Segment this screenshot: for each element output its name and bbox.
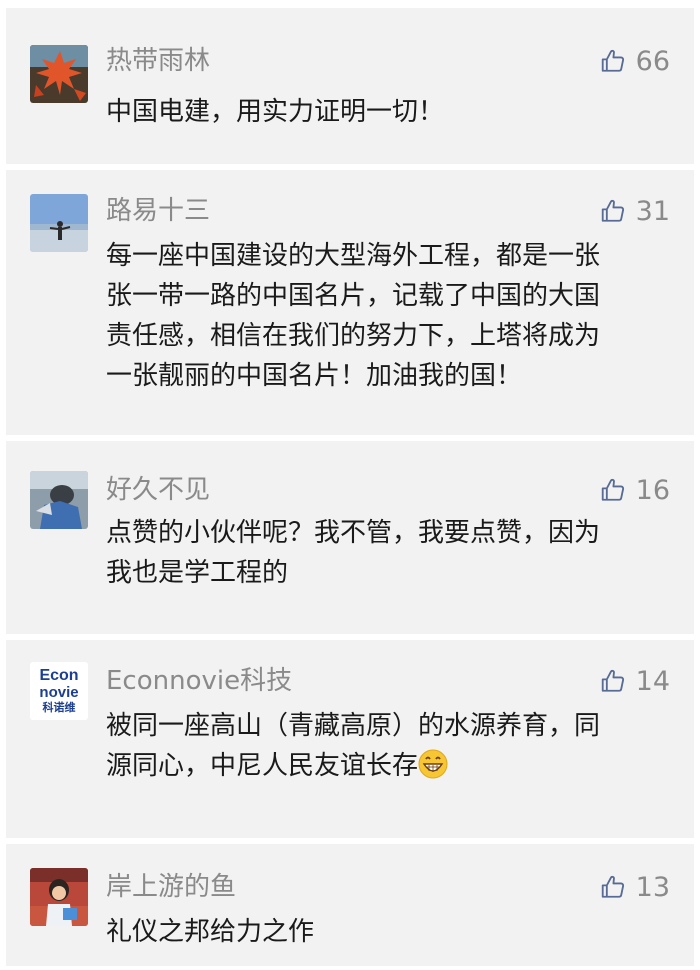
thumbs-up-icon	[600, 477, 626, 503]
comment-line: 点赞的小伙伴呢？我不管，我要点赞，因为	[106, 518, 601, 548]
comment-line: 被同一座高山（青藏高原）的水源养育，同	[106, 711, 601, 741]
thumbs-up-icon	[600, 874, 626, 900]
like-button[interactable]: 14	[600, 664, 670, 698]
logo-text-top: Econ	[39, 667, 79, 684]
logo-text-bottom: 科诺维	[42, 702, 76, 714]
person-by-sea-avatar[interactable]	[30, 194, 88, 252]
comment-line-text: 源同心，中尼人民友谊长存	[106, 751, 419, 781]
comment-text: 礼仪之邦给力之作	[106, 912, 666, 952]
like-count: 66	[635, 45, 670, 77]
comment-text: 每一座中国建设的大型海外工程，都是一张 张一带一路的中国名片，记载了中国的大国 …	[106, 236, 666, 396]
red-maple-leaf-avatar[interactable]	[30, 45, 88, 103]
like-button[interactable]: 13	[600, 870, 670, 904]
thumbs-up-icon	[600, 48, 626, 74]
commenter-name[interactable]: 热带雨林	[106, 44, 210, 78]
thumbs-up-icon	[600, 668, 626, 694]
comment-line: 礼仪之邦给力之作	[106, 917, 315, 947]
person-photo-avatar[interactable]	[30, 471, 88, 529]
comment-line: 源同心，中尼人民友谊长存	[106, 746, 666, 786]
commenter-name[interactable]: 岸上游的鱼	[106, 870, 236, 904]
like-count: 13	[635, 871, 670, 903]
commenter-name[interactable]: 好久不见	[106, 473, 210, 507]
child-photo-avatar[interactable]	[30, 868, 88, 926]
comment-list: 热带雨林 66 中国电建，用实力证明一切！ 路易十三 31 每一座中国建设的大型…	[0, 0, 700, 970]
comment-card: 热带雨林 66 中国电建，用实力证明一切！	[6, 8, 694, 164]
comment-card: 路易十三 31 每一座中国建设的大型海外工程，都是一张 张一带一路的中国名片，记…	[6, 170, 694, 435]
like-button[interactable]: 16	[600, 473, 670, 507]
like-button[interactable]: 31	[600, 194, 670, 228]
thumbs-up-icon	[600, 198, 626, 224]
commenter-name[interactable]: Econnovie科技	[106, 664, 292, 698]
comment-line: 张一带一路的中国名片，记载了中国的大国	[106, 281, 601, 311]
comment-line: 我也是学工程的	[106, 558, 289, 588]
like-count: 31	[635, 195, 670, 227]
comment-card: Econ novie 科诺维 Econnovie科技 14 被同一座高山（青藏高…	[6, 640, 694, 838]
like-count: 16	[635, 474, 670, 506]
like-button[interactable]: 66	[600, 44, 670, 78]
commenter-name[interactable]: 路易十三	[106, 194, 210, 228]
comment-text: 中国电建，用实力证明一切！	[106, 92, 666, 132]
comment-line: 每一座中国建设的大型海外工程，都是一张	[106, 241, 601, 271]
comment-card: 好久不见 16 点赞的小伙伴呢？我不管，我要点赞，因为 我也是学工程的	[6, 441, 694, 634]
comment-line: 一张靓丽的中国名片！加油我的国！	[106, 361, 523, 391]
econnovie-logo-avatar[interactable]: Econ novie 科诺维	[30, 662, 88, 720]
comment-line: 中国电建，用实力证明一切！	[106, 97, 445, 127]
like-count: 14	[635, 665, 670, 697]
comment-text: 点赞的小伙伴呢？我不管，我要点赞，因为 我也是学工程的	[106, 513, 666, 593]
grinning-face-emoji	[418, 749, 448, 779]
comment-line: 责任感，相信在我们的努力下，上塔将成为	[106, 321, 601, 351]
logo-text-middle: novie	[39, 684, 79, 701]
comment-text: 被同一座高山（青藏高原）的水源养育，同 源同心，中尼人民友谊长存	[106, 706, 666, 786]
comment-card: 岸上游的鱼 13 礼仪之邦给力之作	[6, 844, 694, 966]
